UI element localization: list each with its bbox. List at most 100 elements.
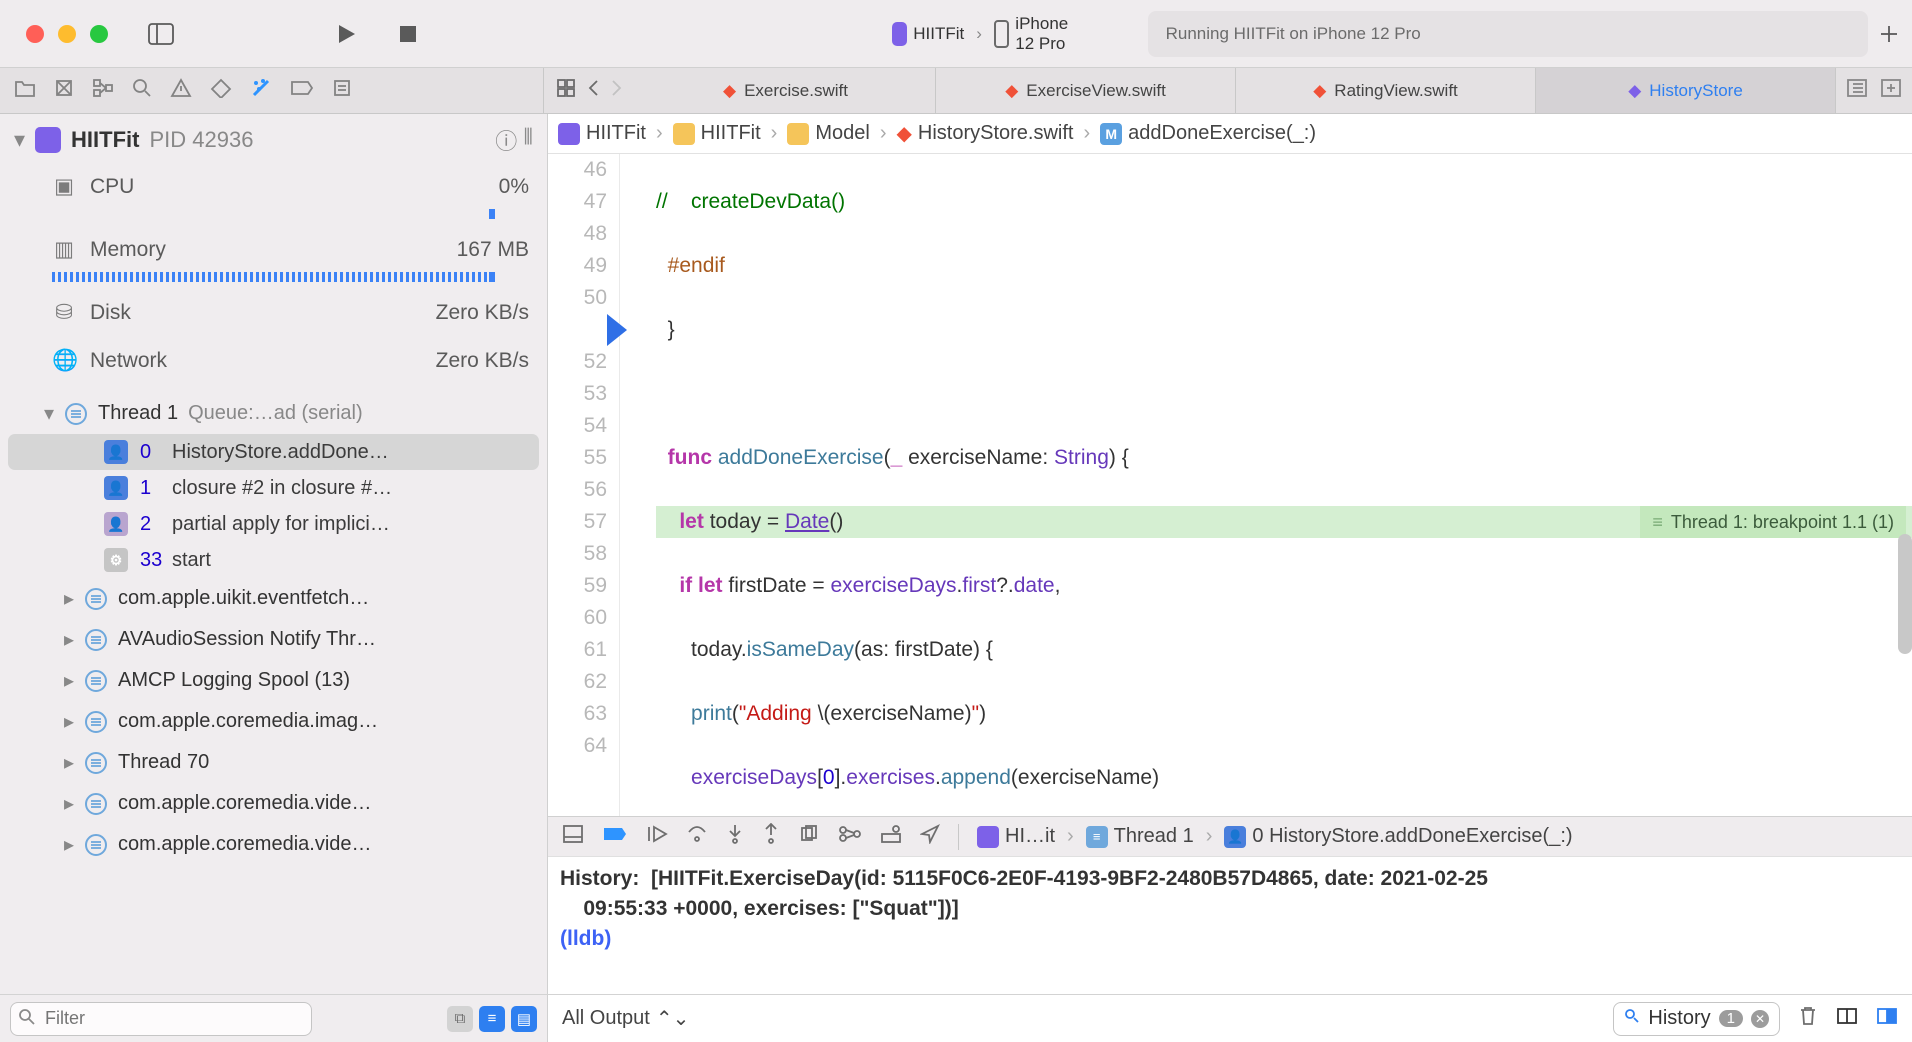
adjust-editor-options-icon[interactable] [1846, 78, 1868, 103]
thread-row[interactable]: ▸AMCP Logging Spool (13) [0, 660, 547, 701]
report-navigator-icon[interactable] [332, 78, 352, 103]
debug-frame: 0 HistoryStore.addDoneExercise(_:) [1252, 825, 1572, 848]
output-selector[interactable]: All Output ⌃⌄ [562, 1006, 689, 1031]
step-into-button[interactable] [726, 823, 744, 851]
app-icon [977, 826, 999, 848]
source-editor[interactable]: 46474849 50515253 54555657 58596061 6263… [548, 154, 1912, 816]
tab-rating-view[interactable]: ◆ RatingView.swift [1236, 68, 1536, 113]
method-icon: M [1100, 123, 1122, 145]
minimize-window-button[interactable] [58, 25, 76, 43]
app-icon [35, 127, 61, 153]
debug-navigator-icon[interactable] [250, 77, 272, 104]
project-navigator-icon[interactable] [14, 78, 36, 103]
go-back-button[interactable] [586, 78, 600, 103]
code-content[interactable]: // createDevData() #endif } func addDone… [620, 154, 1912, 816]
crumb-file[interactable]: HistoryStore.swift [918, 122, 1074, 145]
step-over-button[interactable] [686, 824, 708, 850]
disclosure-triangle-icon[interactable]: ▸ [64, 709, 74, 734]
stack-frame-0[interactable]: 👤 0 HistoryStore.addDone… [8, 434, 539, 470]
pause-icon[interactable]: ⦀ [523, 124, 533, 156]
swift-icon: ◆ [1005, 81, 1018, 101]
add-editor-icon[interactable] [1880, 78, 1902, 103]
cpu-metric[interactable]: ▣ CPU 0% [0, 166, 547, 207]
thread-row[interactable]: ▸com.apple.coremedia.vide… [0, 824, 547, 865]
memory-metric[interactable]: ▥ Memory 167 MB [0, 229, 547, 270]
disclosure-triangle-icon[interactable]: ▾ [14, 127, 25, 153]
stack-frame-2[interactable]: 👤 2 partial apply for implici… [0, 506, 547, 542]
breakpoint-flag[interactable]: ≡Thread 1: breakpoint 1.1 (1) [1640, 506, 1906, 538]
scrollbar[interactable] [1898, 534, 1912, 654]
crumb-symbol[interactable]: addDoneExercise(_:) [1128, 122, 1316, 145]
clear-console-button[interactable] [1798, 1005, 1818, 1032]
jump-bar[interactable]: HIITFit › HIITFit › Model › ◆HistoryStor… [548, 114, 1912, 154]
thread-row[interactable]: ▸com.apple.coremedia.imag… [0, 701, 547, 742]
lldb-prompt: (lldb) [560, 927, 611, 950]
disk-metric[interactable]: ⛁ Disk Zero KB/s [0, 292, 547, 333]
thread-1-row[interactable]: ▾ Thread 1 Queue:…ad (serial) [0, 393, 547, 434]
hide-debug-area-icon[interactable] [562, 824, 584, 850]
continue-button[interactable] [646, 824, 668, 850]
disclosure-triangle-icon[interactable]: ▸ [64, 668, 74, 693]
tab-exercise-view[interactable]: ◆ ExerciseView.swift [936, 68, 1236, 113]
user-frame-icon: 👤 [104, 476, 128, 500]
run-button[interactable] [334, 13, 358, 55]
crumb-project[interactable]: HIITFit [586, 122, 646, 145]
disclosure-triangle-icon[interactable]: ▸ [64, 832, 74, 857]
add-button[interactable] [1868, 13, 1910, 55]
test-navigator-icon[interactable] [210, 78, 232, 103]
view-debugger-button[interactable] [798, 824, 820, 850]
stack-frame-33[interactable]: ⚙ 33 start [0, 542, 547, 578]
breakpoint-flag-text: Thread 1: breakpoint 1.1 (1) [1671, 506, 1894, 538]
tab-history-store[interactable]: ◆ HistoryStore [1536, 68, 1836, 113]
thread-row[interactable]: ▸Thread 70 [0, 742, 547, 783]
find-navigator-icon[interactable] [132, 78, 152, 103]
go-forward-button[interactable] [610, 78, 624, 103]
thread-row[interactable]: ▸com.apple.uikit.eventfetch… [0, 578, 547, 619]
close-window-button[interactable] [26, 25, 44, 43]
filter-input[interactable] [10, 1002, 312, 1036]
issue-navigator-icon[interactable] [170, 78, 192, 103]
toggle-console-view-icon[interactable] [1876, 1007, 1898, 1030]
process-row[interactable]: ▾ HIITFit PID 42936 ⓘ ⦀ [0, 114, 547, 166]
environment-overrides-button[interactable] [880, 824, 902, 850]
breakpoint-navigator-icon[interactable] [290, 80, 314, 101]
symbol-navigator-icon[interactable] [92, 78, 114, 103]
step-out-button[interactable] [762, 823, 780, 851]
console-output[interactable]: History: [HIITFit.ExerciseDay(id: 5115F0… [548, 856, 1912, 994]
crumb-folder2[interactable]: Model [815, 122, 869, 145]
toggle-variables-view-icon[interactable] [1836, 1007, 1858, 1030]
filter-workqueue-threads[interactable]: ▤ [511, 1006, 537, 1032]
disclosure-triangle-icon[interactable]: ▸ [64, 791, 74, 816]
stack-frame-1[interactable]: 👤 1 closure #2 in closure #… [0, 470, 547, 506]
disclosure-triangle-icon[interactable]: ▸ [64, 750, 74, 775]
memory-graph-button[interactable] [838, 825, 862, 849]
related-items-icon[interactable] [556, 78, 576, 103]
disclosure-triangle-icon[interactable]: ▾ [44, 401, 54, 426]
thread-row[interactable]: ▸AVAudioSession Notify Thr… [0, 619, 547, 660]
line-gutter[interactable]: 46474849 50515253 54555657 58596061 6263… [548, 154, 620, 816]
crumb-folder[interactable]: HIITFit [701, 122, 761, 145]
filter-running-threads[interactable]: ≡ [479, 1006, 505, 1032]
breakpoint-toggle-button[interactable] [602, 825, 628, 848]
location-button[interactable] [920, 824, 940, 850]
tab-history-nav [544, 68, 636, 113]
zoom-window-button[interactable] [90, 25, 108, 43]
bottom-bar: ⧉ ≡ ▤ All Output ⌃⌄ History 1 ✕ [0, 994, 1912, 1042]
debug-process-crumb[interactable]: HI…it › ≡ Thread 1 › 👤 0 HistoryStore.ad… [977, 825, 1573, 848]
disclosure-triangle-icon[interactable]: ▸ [64, 627, 74, 652]
tab-exercise[interactable]: ◆ Exercise.swift [636, 68, 936, 113]
toggle-sidebar-button[interactable] [148, 13, 174, 55]
console-bottom-bar: All Output ⌃⌄ History 1 ✕ [548, 995, 1912, 1042]
source-control-navigator-icon[interactable] [54, 78, 74, 103]
info-icon[interactable]: ⓘ [495, 124, 517, 156]
console-search[interactable]: History 1 ✕ [1613, 1002, 1780, 1036]
stop-button[interactable] [398, 13, 418, 55]
scheme-selector[interactable]: HIITFit › iPhone 12 Pro [878, 10, 1098, 58]
network-metric[interactable]: 🌐 Network Zero KB/s [0, 333, 547, 381]
disclosure-triangle-icon[interactable]: ▸ [64, 586, 74, 611]
editor-area: HIITFit › HIITFit › Model › ◆HistoryStor… [548, 114, 1912, 994]
thread-row[interactable]: ▸com.apple.coremedia.vide… [0, 783, 547, 824]
chevron-right-icon: › [1083, 122, 1090, 145]
filter-crashed-threads[interactable]: ⧉ [447, 1006, 473, 1032]
clear-search-button[interactable]: ✕ [1751, 1010, 1769, 1028]
